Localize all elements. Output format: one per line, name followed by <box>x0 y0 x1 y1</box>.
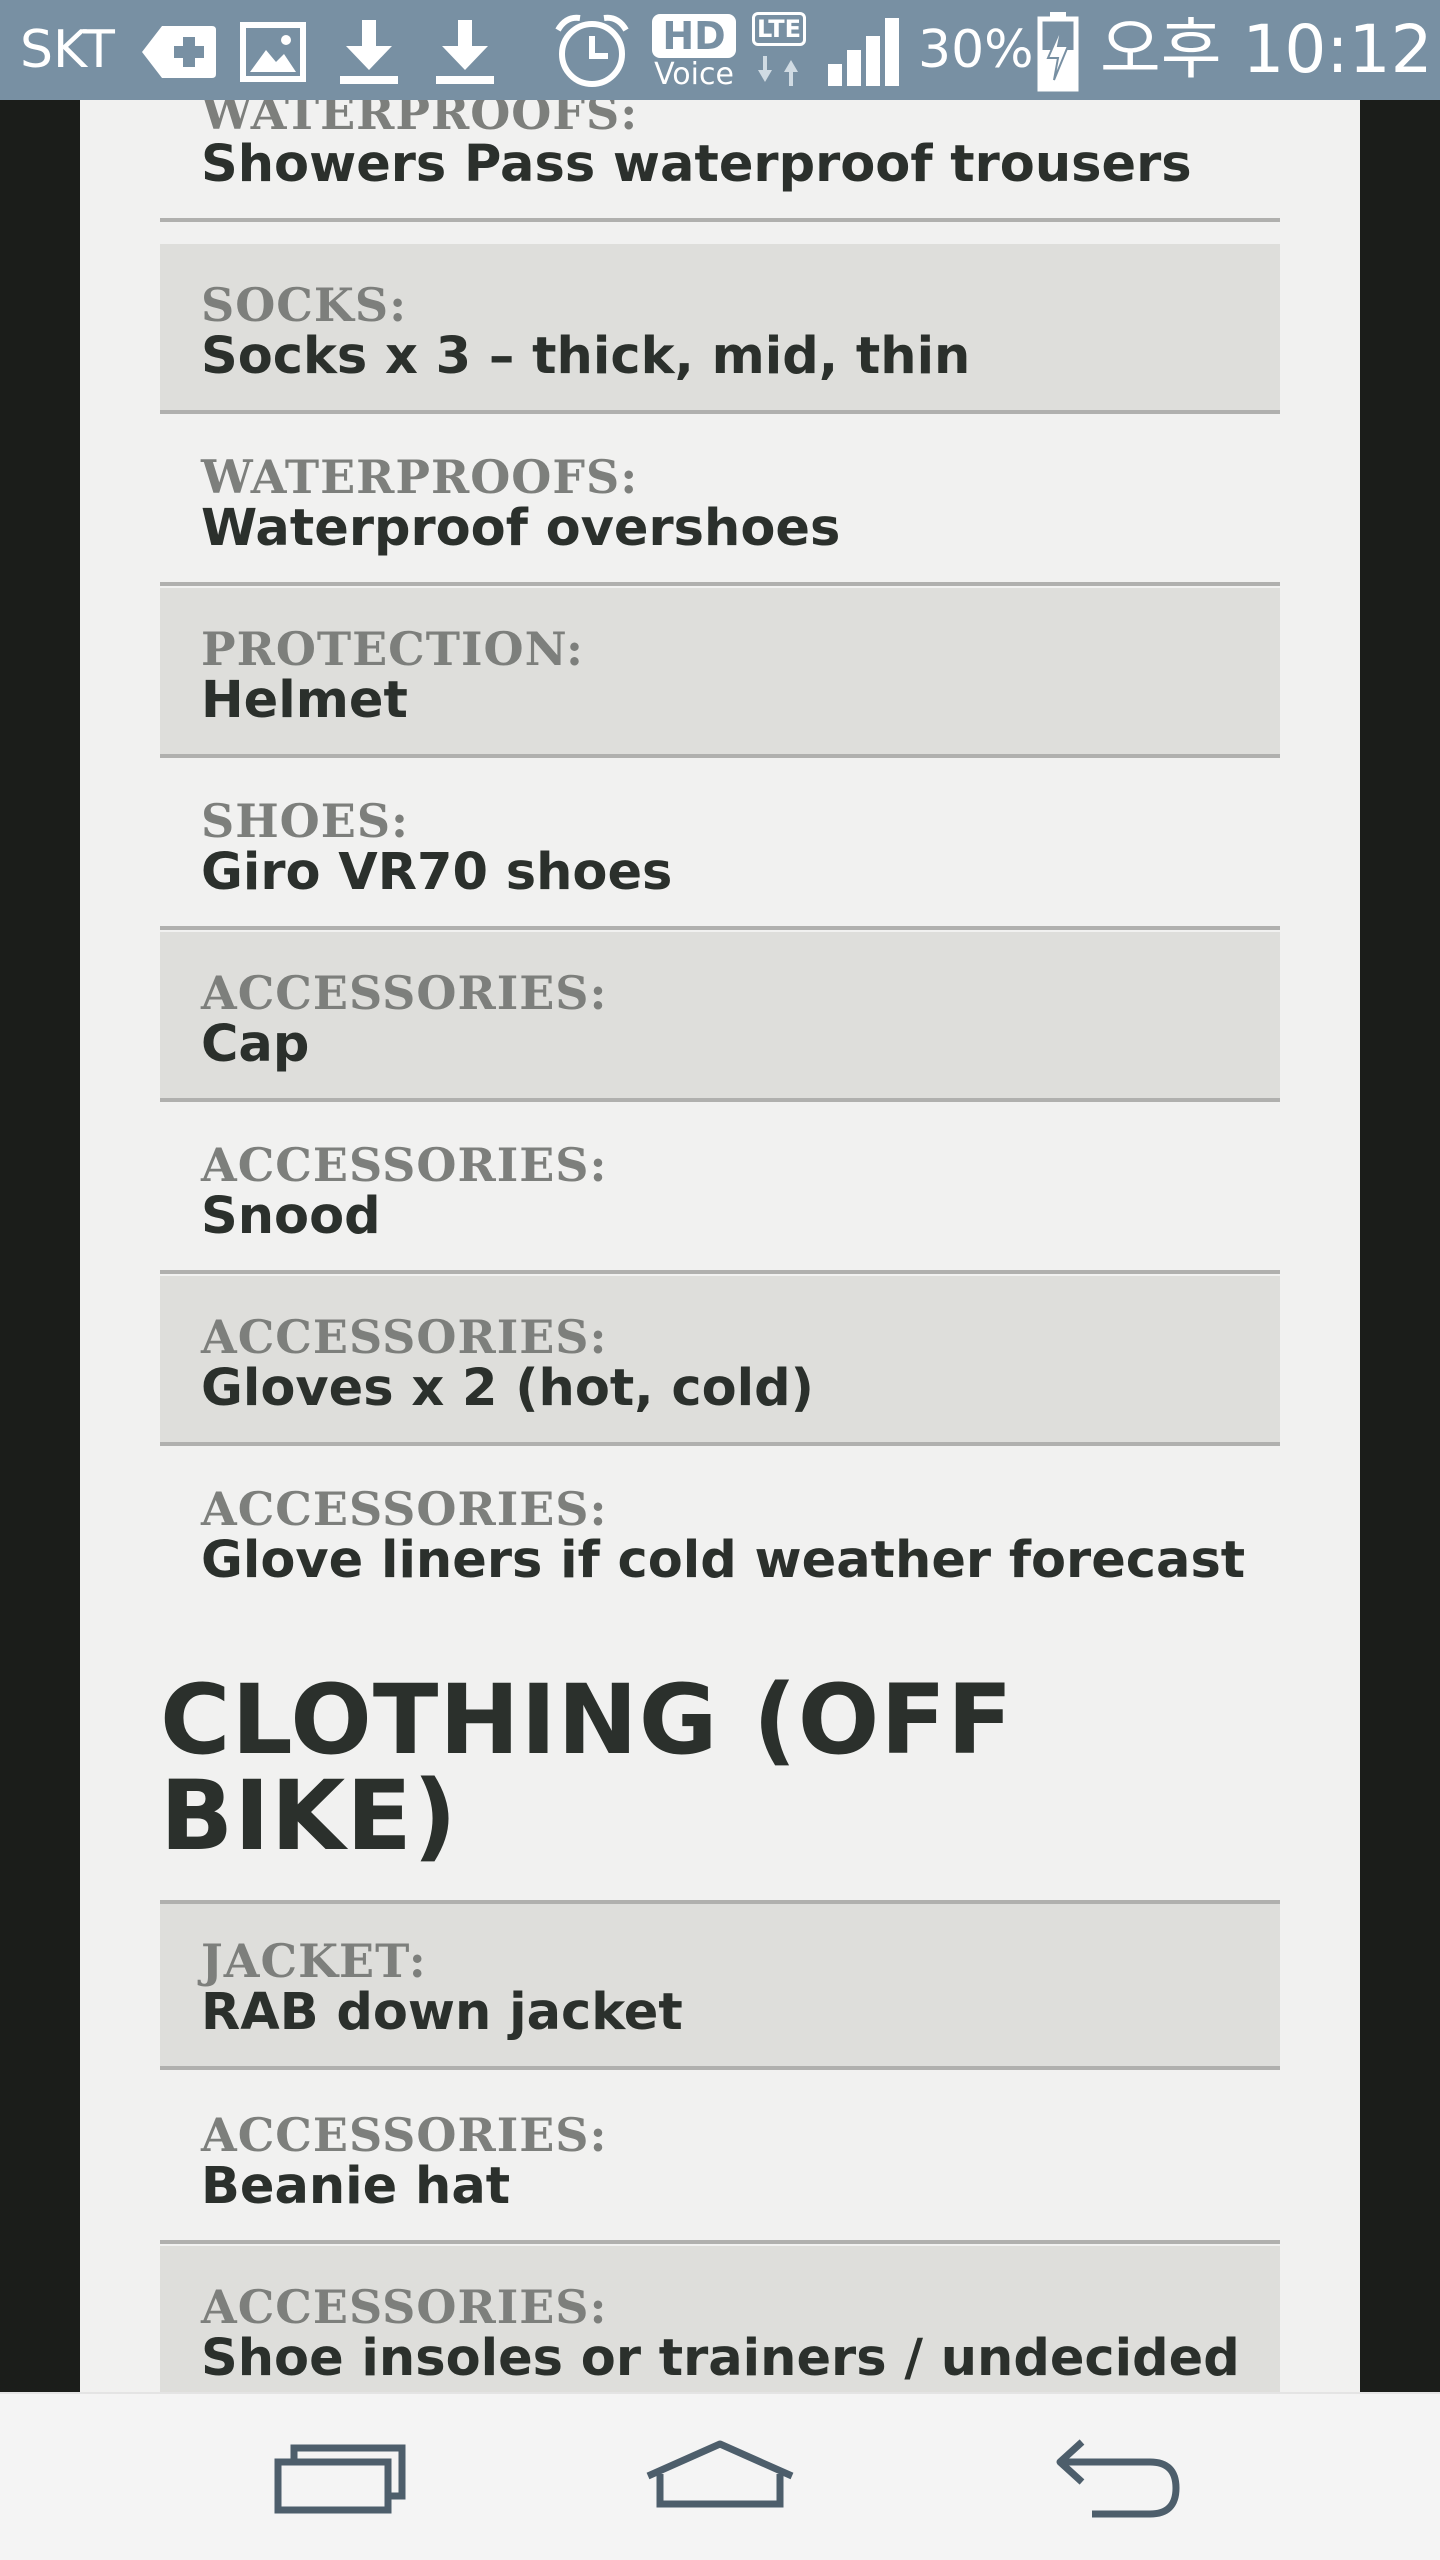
list-item: JACKET: RAB down jacket <box>160 1900 1280 2070</box>
item-value: Snood <box>201 1187 381 1246</box>
item-category: WATERPROOFS: <box>201 100 639 140</box>
section-heading: CLOTHING (OFF BIKE) <box>160 1672 1280 1864</box>
item-value: Beanie hat <box>201 2157 511 2216</box>
item-value: Helmet <box>201 671 408 730</box>
item-category: ACCESSORIES: <box>201 1482 608 1536</box>
battery-percent: 30% <box>918 20 1034 80</box>
item-category: ACCESSORIES: <box>201 1310 608 1364</box>
recent-apps-icon[interactable] <box>252 2432 412 2528</box>
back-icon[interactable] <box>1030 2432 1190 2528</box>
item-value: Glove liners if cold weather forecast <box>201 1531 1246 1590</box>
list-item: ACCESSORIES: Gloves x 2 (hot, cold) <box>160 1276 1280 1446</box>
page-content[interactable]: WATERPROOFS: Showers Pass waterproof tro… <box>80 100 1360 2392</box>
lte-data-icon: LTE <box>748 12 810 92</box>
navigation-bar <box>0 2392 1440 2560</box>
item-category: SHOES: <box>201 794 410 848</box>
status-bar: SKT HD Voice LTE 30% 오후 10:12 <box>0 0 1440 100</box>
list-item: ACCESSORIES: Glove liners if cold weathe… <box>160 1448 1280 1618</box>
clock: 오후 10:12 <box>1100 11 1433 88</box>
item-value: Giro VR70 shoes <box>201 843 673 902</box>
list-item: PROTECTION: Helmet <box>160 588 1280 758</box>
section-heading-line: BIKE) <box>160 1760 458 1872</box>
medical-plus-icon <box>140 22 218 82</box>
hd-voice-icon: HD Voice <box>648 14 740 90</box>
item-category: ACCESSORIES: <box>201 1138 608 1192</box>
signal-bars-icon <box>826 14 906 88</box>
item-value: Cap <box>201 1015 310 1074</box>
download-icon <box>430 16 500 86</box>
list-item: ACCESSORIES: Shoe insoles or trainers / … <box>160 2246 1280 2392</box>
item-category: SOCKS: <box>201 278 408 332</box>
list-item: ACCESSORIES: Cap <box>160 932 1280 1102</box>
item-value: RAB down jacket <box>201 1983 683 2042</box>
item-value: Socks x 3 – thick, mid, thin <box>201 327 971 386</box>
alarm-clock-icon <box>552 12 632 90</box>
item-category: JACKET: <box>201 1934 427 1988</box>
list-item: ACCESSORIES: Snood <box>160 1104 1280 1274</box>
item-value: Waterproof overshoes <box>201 499 841 558</box>
item-value: Showers Pass waterproof trousers <box>201 135 1192 194</box>
section-heading-line: CLOTHING (OFF <box>160 1664 1014 1776</box>
list-item: WATERPROOFS: Waterproof overshoes <box>160 416 1280 586</box>
item-value: Gloves x 2 (hot, cold) <box>201 1359 814 1418</box>
list-item: ACCESSORIES: Beanie hat <box>160 2074 1280 2244</box>
item-category: ACCESSORIES: <box>201 2108 608 2162</box>
home-icon[interactable] <box>640 2432 800 2528</box>
item-category: PROTECTION: <box>201 622 584 676</box>
list-item: WATERPROOFS: Showers Pass waterproof tro… <box>160 100 1280 222</box>
download-icon <box>334 16 404 86</box>
list-item: SOCKS: Socks x 3 – thick, mid, thin <box>160 244 1280 414</box>
carrier-label: SKT <box>20 20 115 80</box>
image-icon <box>240 22 306 82</box>
item-category: ACCESSORIES: <box>201 966 608 1020</box>
item-value: Shoe insoles or trainers / undecided <box>201 2329 1240 2388</box>
list-item: SHOES: Giro VR70 shoes <box>160 760 1280 930</box>
battery-charging-icon <box>1036 10 1080 92</box>
item-category: ACCESSORIES: <box>201 2280 608 2334</box>
item-category: WATERPROOFS: <box>201 450 639 504</box>
